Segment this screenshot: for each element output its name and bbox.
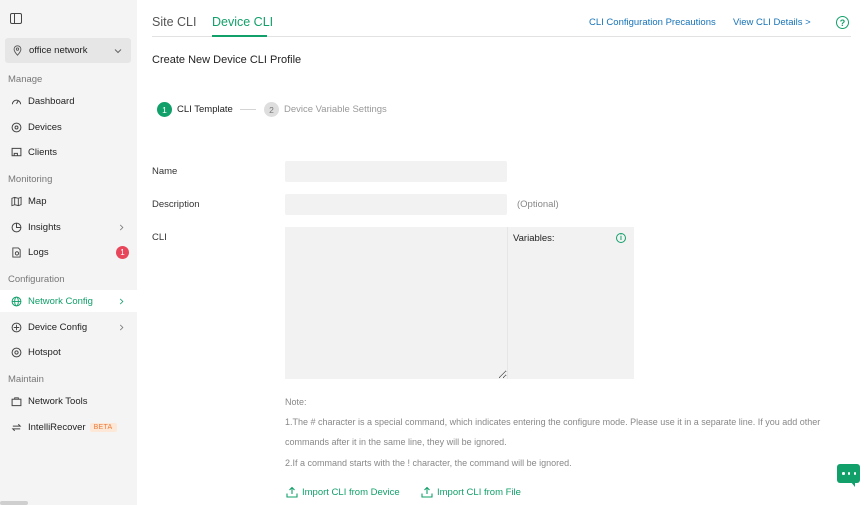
sidebar-item-clients[interactable]: Clients xyxy=(0,141,137,163)
sidebar-item-intellirecover[interactable]: IntelliRecover BETA xyxy=(0,416,137,438)
sidebar: office network Manage Dashboard Devices … xyxy=(0,0,137,505)
section-manage: Manage xyxy=(8,74,43,85)
import-cli-from-file-button[interactable]: Import CLI from File xyxy=(421,486,521,498)
cli-label: CLI xyxy=(152,232,167,243)
beta-badge: BETA xyxy=(89,422,117,432)
site-selector[interactable]: office network xyxy=(5,38,131,63)
sidebar-item-label: Network Config xyxy=(28,295,93,307)
chevron-right-icon xyxy=(119,298,124,304)
devices-icon xyxy=(11,122,22,132)
sidebar-item-insights[interactable]: Insights xyxy=(0,216,137,238)
tab-site-cli[interactable]: Site CLI xyxy=(152,15,196,29)
sidebar-item-label: Logs xyxy=(28,246,49,258)
view-cli-details-link[interactable]: View CLI Details > xyxy=(733,17,811,28)
toolbox-icon xyxy=(11,396,22,406)
sidebar-item-label: Map xyxy=(28,195,47,207)
help-icon[interactable]: ? xyxy=(836,16,849,29)
sidebar-item-label: Dashboard xyxy=(28,95,75,107)
note-line-3: 2.If a command starts with the ! charact… xyxy=(285,458,572,468)
cli-textarea[interactable] xyxy=(285,227,507,379)
description-label: Description xyxy=(152,199,200,210)
logs-count-badge: 1 xyxy=(116,245,129,259)
location-pin-icon xyxy=(13,45,22,56)
chevron-right-icon xyxy=(119,324,124,330)
section-monitoring: Monitoring xyxy=(8,174,53,185)
sidebar-item-logs[interactable]: Logs 1 xyxy=(0,241,137,263)
sidebar-item-network-config[interactable]: Network Config xyxy=(0,290,137,312)
active-tab-indicator xyxy=(212,35,267,37)
logs-icon xyxy=(12,246,21,258)
upload-icon xyxy=(286,486,298,498)
import-cli-from-device-button[interactable]: Import CLI from Device xyxy=(286,486,400,498)
description-input[interactable] xyxy=(285,194,507,215)
clients-icon xyxy=(11,147,22,156)
variables-title: Variables: xyxy=(513,233,555,244)
insights-icon xyxy=(11,222,22,232)
sidebar-scrollbar[interactable] xyxy=(0,501,28,505)
step-connector xyxy=(240,109,256,110)
hotspot-icon xyxy=(11,347,22,357)
step-2-label: Device Variable Settings xyxy=(284,104,387,115)
sidebar-item-label: Device Config xyxy=(28,321,88,333)
name-label: Name xyxy=(152,166,178,177)
import-device-label: Import CLI from Device xyxy=(302,486,400,498)
device-config-icon xyxy=(11,322,22,332)
cli-precautions-link[interactable]: CLI Configuration Precautions xyxy=(589,17,716,28)
map-icon xyxy=(11,196,22,206)
sidebar-toggle-icon[interactable] xyxy=(10,13,22,24)
dashboard-icon xyxy=(11,99,22,104)
info-icon[interactable]: i xyxy=(616,233,626,243)
name-input[interactable] xyxy=(285,161,507,182)
note-line-1: 1.The # character is a special command, … xyxy=(285,417,821,427)
sidebar-item-label: Insights xyxy=(28,221,61,233)
sidebar-item-dashboard[interactable]: Dashboard xyxy=(0,90,137,112)
note-line-2: commands after it in the same line, they… xyxy=(285,437,507,447)
note-title: Note: xyxy=(285,397,307,407)
sidebar-item-label: IntelliRecover xyxy=(28,421,86,433)
step-1-label: CLI Template xyxy=(177,104,233,115)
chevron-right-icon xyxy=(119,224,124,230)
sidebar-item-label: Network Tools xyxy=(28,395,88,407)
section-configuration: Configuration xyxy=(8,274,65,285)
sidebar-item-network-tools[interactable]: Network Tools xyxy=(0,390,137,412)
variables-panel xyxy=(507,227,634,379)
sidebar-item-label: Devices xyxy=(28,121,62,133)
page-title: Create New Device CLI Profile xyxy=(152,54,302,66)
sync-icon xyxy=(11,423,22,431)
import-file-label: Import CLI from File xyxy=(437,486,521,498)
step-1-indicator: 1 xyxy=(157,102,172,117)
sidebar-item-hotspot[interactable]: Hotspot xyxy=(0,341,137,363)
globe-icon xyxy=(11,296,22,306)
optional-hint: (Optional) xyxy=(517,199,559,210)
site-name: office network xyxy=(29,45,88,56)
section-maintain: Maintain xyxy=(8,374,44,385)
sidebar-item-device-config[interactable]: Device Config xyxy=(0,316,137,338)
tab-device-cli[interactable]: Device CLI xyxy=(212,15,273,29)
sidebar-item-label: Hotspot xyxy=(28,346,61,358)
upload-icon xyxy=(421,486,433,498)
sidebar-item-label: Clients xyxy=(28,146,58,158)
sidebar-item-devices[interactable]: Devices xyxy=(0,116,137,138)
sidebar-item-map[interactable]: Map xyxy=(0,190,137,212)
chevron-down-icon xyxy=(114,48,122,53)
chat-support-icon[interactable] xyxy=(837,464,860,487)
step-2-indicator: 2 xyxy=(264,102,279,117)
